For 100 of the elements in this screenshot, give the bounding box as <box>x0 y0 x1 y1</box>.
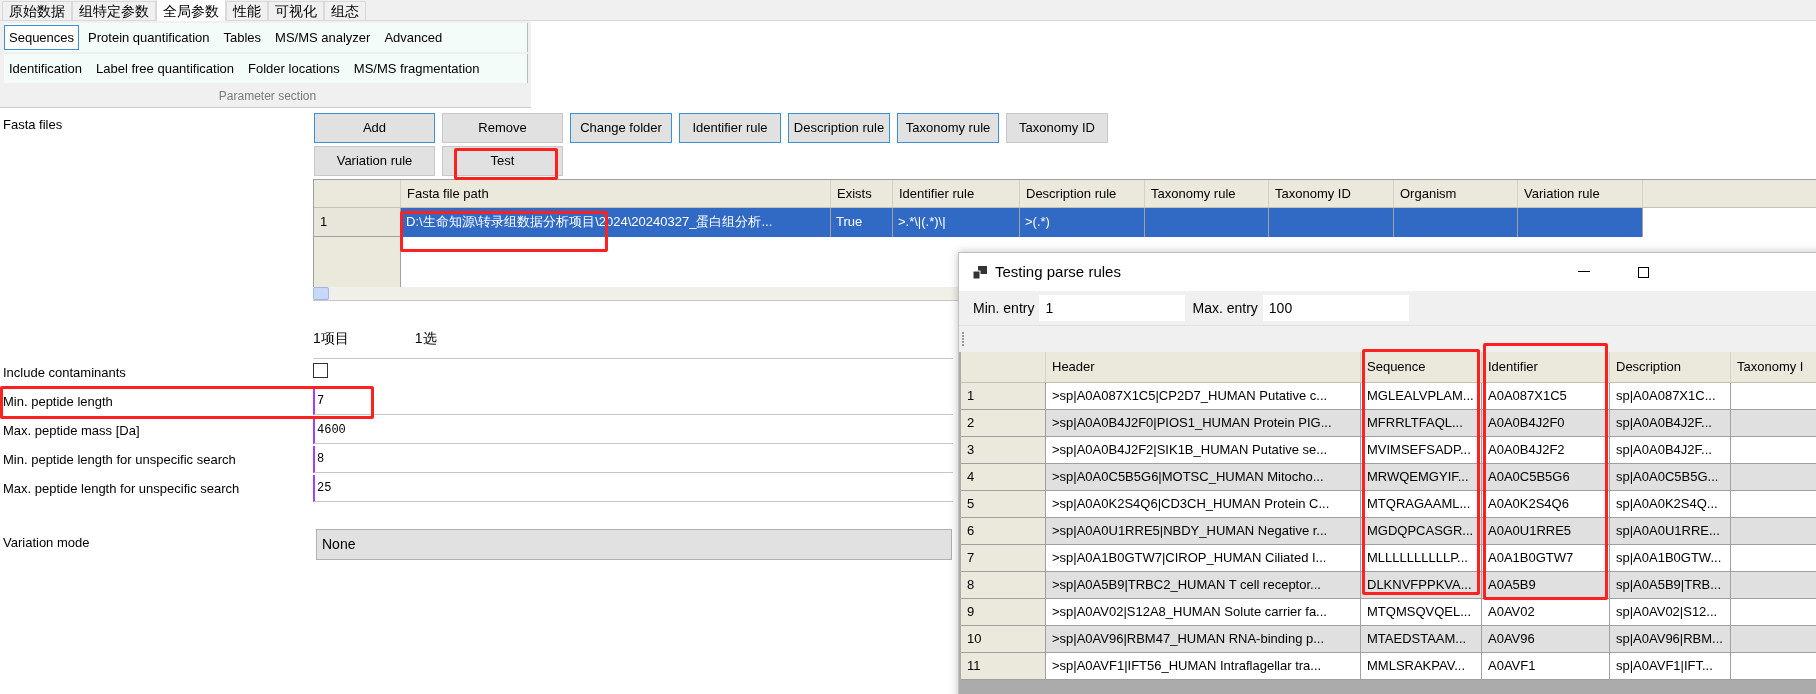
field-label: Max. entry <box>1192 298 1258 318</box>
table-cell: A0A0B4J2F2 <box>1488 442 1565 457</box>
toolbar-button[interactable]: Identifier rule <box>679 113 781 143</box>
table-row[interactable]: 11 >sp|A0AVF1|IFT56_HUMAN Intraflagellar tra... MMLSRAKPAV... A0AVF1 sp|A0AVF1|IFT... <box>961 653 1816 680</box>
table-cell: MLLLLLLLLLLP... <box>1367 550 1468 565</box>
toolbar-button[interactable]: Taxonomy ID <box>1006 113 1108 143</box>
toolbar-button[interactable]: Remove <box>442 113 563 143</box>
section-tab[interactable]: Advanced <box>379 25 448 50</box>
table-cell: sp|A0AV96|RBM... <box>1616 631 1723 646</box>
row-header[interactable]: 5 <box>961 491 1046 518</box>
section-tab[interactable]: Tables <box>218 25 267 50</box>
table-row[interactable]: 5 >sp|A0A0K2S4Q6|CD3CH_HUMAN Protein C... MTQRAGAAML... A0A0K2S4Q6 sp|A0A0K2S4Q... <box>961 491 1816 518</box>
table-cell: A0A0U1RRE5 <box>1488 523 1572 538</box>
input-field[interactable]: 4600 <box>313 417 953 444</box>
table-row[interactable]: 3 >sp|A0A0B4J2F2|SIK1B_HUMAN Putative se... MVIMSEFSADP... A0A0B4J2F2 sp|A0A0B4J2F... <box>961 437 1816 464</box>
input-field[interactable]: 100 <box>1262 295 1409 321</box>
table-row[interactable]: 6 >sp|A0A0U1RRE5|NBDY_HUMAN Negative r... MGDQPCASGR... A0A0U1RRE5 sp|A0A0U1RRE... <box>961 518 1816 545</box>
column-header[interactable]: Taxonomy ID <box>1269 180 1394 207</box>
minimize-icon[interactable] <box>1578 271 1590 273</box>
tab[interactable]: 原始数据 <box>2 1 72 21</box>
input-field[interactable]: 8 <box>313 446 953 473</box>
status-text: 1选 <box>414 329 437 348</box>
field-label: Min. peptide length for unspecific search <box>3 451 236 469</box>
row-header[interactable]: 3 <box>961 437 1046 464</box>
table-cell: A0A087X1C5 <box>1488 388 1567 403</box>
table-row[interactable]: 8 >sp|A0A5B9|TRBC2_HUMAN T cell receptor... DLKNVFPPKVA... A0A5B9 sp|A0A5B9|TRB... <box>961 572 1816 599</box>
tab[interactable]: 可视化 <box>268 1 324 21</box>
checkbox[interactable] <box>313 363 328 378</box>
dropdown[interactable]: None <box>316 529 952 560</box>
toolbar-button[interactable]: Change folder <box>570 113 672 143</box>
row-header[interactable]: 2 <box>961 410 1046 437</box>
section-tab[interactable]: Folder locations <box>243 56 345 81</box>
table-row[interactable]: 10 >sp|A0AV96|RBM47_HUMAN RNA-binding p... MTAEDSTAAM... A0AV96 sp|A0AV96|RBM... <box>961 626 1816 653</box>
column-header[interactable]: Description rule <box>1020 180 1145 207</box>
table-cell: sp|A0AV02|S12... <box>1616 604 1718 619</box>
tab[interactable]: 组特定参数 <box>72 1 156 21</box>
table-cell: MTAEDSTAAM... <box>1367 631 1467 646</box>
table-cell: A0A0K2S4Q6 <box>1488 496 1569 511</box>
maximize-icon[interactable] <box>1638 266 1649 278</box>
section-tab[interactable]: Identification <box>4 56 87 81</box>
toolbar-button[interactable]: Add <box>314 113 435 143</box>
input-field[interactable]: 25 <box>313 475 953 502</box>
row-header[interactable]: 10 <box>961 626 1046 653</box>
row-header[interactable]: 4 <box>961 464 1046 491</box>
field-label: Max. peptide length for unspecific search <box>3 480 240 498</box>
column-header[interactable]: Organism <box>1394 180 1518 207</box>
table-cell: A0AVF1 <box>1488 658 1536 673</box>
field-label: Min. entry <box>973 298 1035 318</box>
row-header[interactable]: 7 <box>961 545 1046 572</box>
row-header[interactable]: 9 <box>961 599 1046 626</box>
column-header[interactable]: Identifier rule <box>893 180 1020 207</box>
toolbar-button[interactable]: Taxonomy rule <box>897 113 999 143</box>
table-cell: sp|A0A1B0GTW... <box>1616 550 1722 565</box>
section-tab[interactable]: Label free quantification <box>91 56 240 81</box>
row-header[interactable]: 6 <box>961 518 1046 545</box>
input-field[interactable]: 7 <box>313 388 953 415</box>
column-header[interactable]: Identifier <box>1482 352 1610 382</box>
table-cell: MGLEALVPLAM... <box>1367 388 1474 403</box>
table-cell: >sp|A0A0C5B5G6|MOTSC_HUMAN Mitocho... <box>1052 469 1324 484</box>
table-cell: True <box>836 214 863 229</box>
table-cell: >sp|A0AV96|RBM47_HUMAN RNA-binding p... <box>1052 631 1325 646</box>
table-cell: sp|A0A5B9|TRB... <box>1616 577 1722 592</box>
section-tab[interactable]: Sequences <box>4 25 80 50</box>
table-cell: >sp|A0A0U1RRE5|NBDY_HUMAN Negative r... <box>1052 523 1328 538</box>
input-field[interactable]: 1 <box>1039 295 1186 321</box>
table-row[interactable]: 1 >sp|A0A087X1C5|CP2D7_HUMAN Putative c... MGLEALVPLAM... A0A087X1C5 sp|A0A087X1C... <box>961 383 1816 410</box>
column-header[interactable]: Description <box>1610 352 1731 382</box>
table-row[interactable]: 7 >sp|A0A1B0GTW7|CIROP_HUMAN Ciliated I... MLLLLLLLLLLP... A0A1B0GTW7 sp|A0A1B0GTW... <box>961 545 1816 572</box>
section-tab[interactable]: MS/MS fragmentation <box>348 56 485 81</box>
column-header[interactable]: Variation rule <box>1518 180 1643 207</box>
column-header[interactable]: Header <box>1046 352 1361 382</box>
table-row[interactable]: 2 >sp|A0A0B4J2F0|PIOS1_HUMAN Protein PIG... MFRRLTFAQL... A0A0B4J2F0 sp|A0A0B4J2F... <box>961 410 1816 437</box>
column-header[interactable]: Taxonomy rule <box>1145 180 1269 207</box>
table-cell: MGDQPCASGR... <box>1367 523 1474 538</box>
table-cell: MVIMSEFSADP... <box>1367 442 1471 457</box>
tab[interactable]: 性能 <box>226 1 268 21</box>
section-tab[interactable]: MS/MS analyzer <box>270 25 376 50</box>
row-header[interactable]: 8 <box>961 572 1046 599</box>
table-cell: A0A5B9 <box>1488 577 1536 592</box>
row-header[interactable]: 11 <box>961 653 1046 680</box>
section-tab[interactable]: Protein quantification <box>83 25 215 50</box>
table-cell: A0A0B4J2F0 <box>1488 415 1565 430</box>
table-cell: A0A0C5B5G6 <box>1488 469 1570 484</box>
tab[interactable]: 组态 <box>324 1 366 21</box>
toolbar-button[interactable]: Variation rule <box>314 146 435 176</box>
row-header[interactable]: 1 <box>961 383 1046 410</box>
column-header[interactable]: Sequence <box>1361 352 1482 382</box>
table-cell: MTQMSQVQEL... <box>1367 604 1471 619</box>
column-header[interactable]: Taxonomy I <box>1731 352 1816 382</box>
column-header[interactable]: Fasta file path <box>401 180 831 207</box>
table-cell: >sp|A0A087X1C5|CP2D7_HUMAN Putative c... <box>1052 388 1328 403</box>
table-cell: A0A1B0GTW7 <box>1488 550 1574 565</box>
table-row[interactable]: 4 >sp|A0A0C5B5G6|MOTSC_HUMAN Mitocho... MRWQEMGYIF... A0A0C5B5G6 sp|A0A0C5B5G... <box>961 464 1816 491</box>
column-header[interactable]: Exists <box>831 180 893 207</box>
scrollbar-thumb[interactable] <box>313 287 329 300</box>
table-cell: sp|A0A0U1RRE... <box>1616 523 1720 538</box>
toolbar-button[interactable]: Description rule <box>788 113 890 143</box>
table-row[interactable]: 9 >sp|A0AV02|S12A8_HUMAN Solute carrier fa... MTQMSQVQEL... A0AV02 sp|A0AV02|S12... <box>961 599 1816 626</box>
table-cell: MFRRLTFAQL... <box>1367 415 1463 430</box>
tab[interactable]: 全局参数 <box>156 0 226 21</box>
